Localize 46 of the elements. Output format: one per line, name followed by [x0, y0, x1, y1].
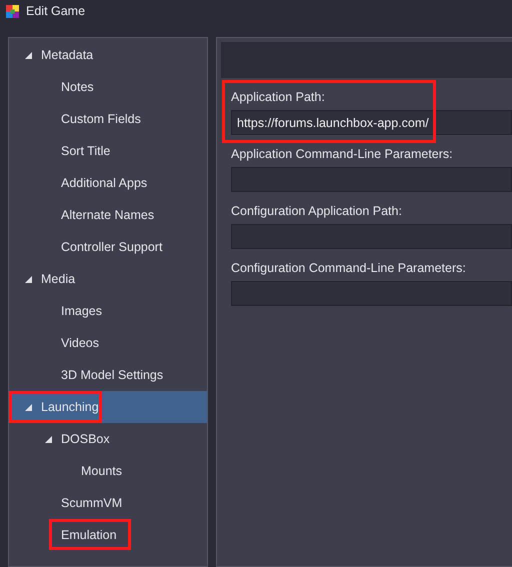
- tree-item[interactable]: Images: [9, 295, 207, 327]
- input-field[interactable]: https://forums.launchbox-app.com/: [231, 110, 512, 135]
- tree-item[interactable]: Notes: [9, 71, 207, 103]
- tree-item[interactable]: Metadata: [9, 39, 207, 71]
- tree-item[interactable]: DOSBox: [9, 423, 207, 455]
- cube-icon: [6, 4, 19, 18]
- input-field[interactable]: [231, 224, 512, 249]
- field-label: Configuration Command-Line Parameters:: [231, 261, 467, 275]
- window-title: Edit Game: [26, 4, 86, 18]
- tree-item[interactable]: Launching: [9, 391, 207, 423]
- tree-item-label: Images: [61, 304, 102, 318]
- tree-item-label: Sort Title: [61, 144, 110, 158]
- input-field[interactable]: [231, 167, 512, 192]
- tree-item[interactable]: Alternate Names: [9, 199, 207, 231]
- tree-item-label: Mounts: [81, 464, 122, 478]
- tree-item-label: Custom Fields: [61, 112, 141, 126]
- tree-item[interactable]: 3D Model Settings: [9, 359, 207, 391]
- tree-item-label: Launching: [41, 400, 99, 414]
- tree-item[interactable]: Sort Title: [9, 135, 207, 167]
- tree-item-label: Controller Support: [61, 240, 162, 254]
- tree-item-label: Emulation: [61, 528, 117, 542]
- field-label: Application Command-Line Parameters:: [231, 147, 454, 161]
- field-label: Application Path:: [231, 90, 326, 104]
- expanded-arrow-icon[interactable]: [44, 436, 52, 442]
- tree-item-label: ScummVM: [61, 496, 122, 510]
- tree-item[interactable]: Emulation: [9, 519, 207, 551]
- tree-item[interactable]: Media: [9, 263, 207, 295]
- tree-item-label: DOSBox: [61, 432, 110, 446]
- tree-item[interactable]: Videos: [9, 327, 207, 359]
- tree-item-label: Videos: [61, 336, 99, 350]
- tree-item-label: 3D Model Settings: [61, 368, 164, 382]
- tree-item-label: Alternate Names: [61, 208, 154, 222]
- tree-item[interactable]: ScummVM: [9, 487, 207, 519]
- tree-item-label: Additional Apps: [61, 176, 148, 190]
- tree-item-label: Metadata: [41, 48, 94, 62]
- tree-item-label: Media: [41, 272, 76, 286]
- tree-item[interactable]: Custom Fields: [9, 103, 207, 135]
- tree-item[interactable]: Controller Support: [9, 231, 207, 263]
- input-field[interactable]: [231, 281, 512, 306]
- tree-item[interactable]: Mounts: [9, 455, 207, 487]
- expanded-arrow-icon[interactable]: [24, 276, 32, 282]
- tree-item-label: Notes: [61, 80, 94, 94]
- field-label: Configuration Application Path:: [231, 204, 403, 218]
- expanded-arrow-icon[interactable]: [24, 52, 32, 58]
- expanded-arrow-icon[interactable]: [24, 404, 32, 410]
- tree-item[interactable]: Additional Apps: [9, 167, 207, 199]
